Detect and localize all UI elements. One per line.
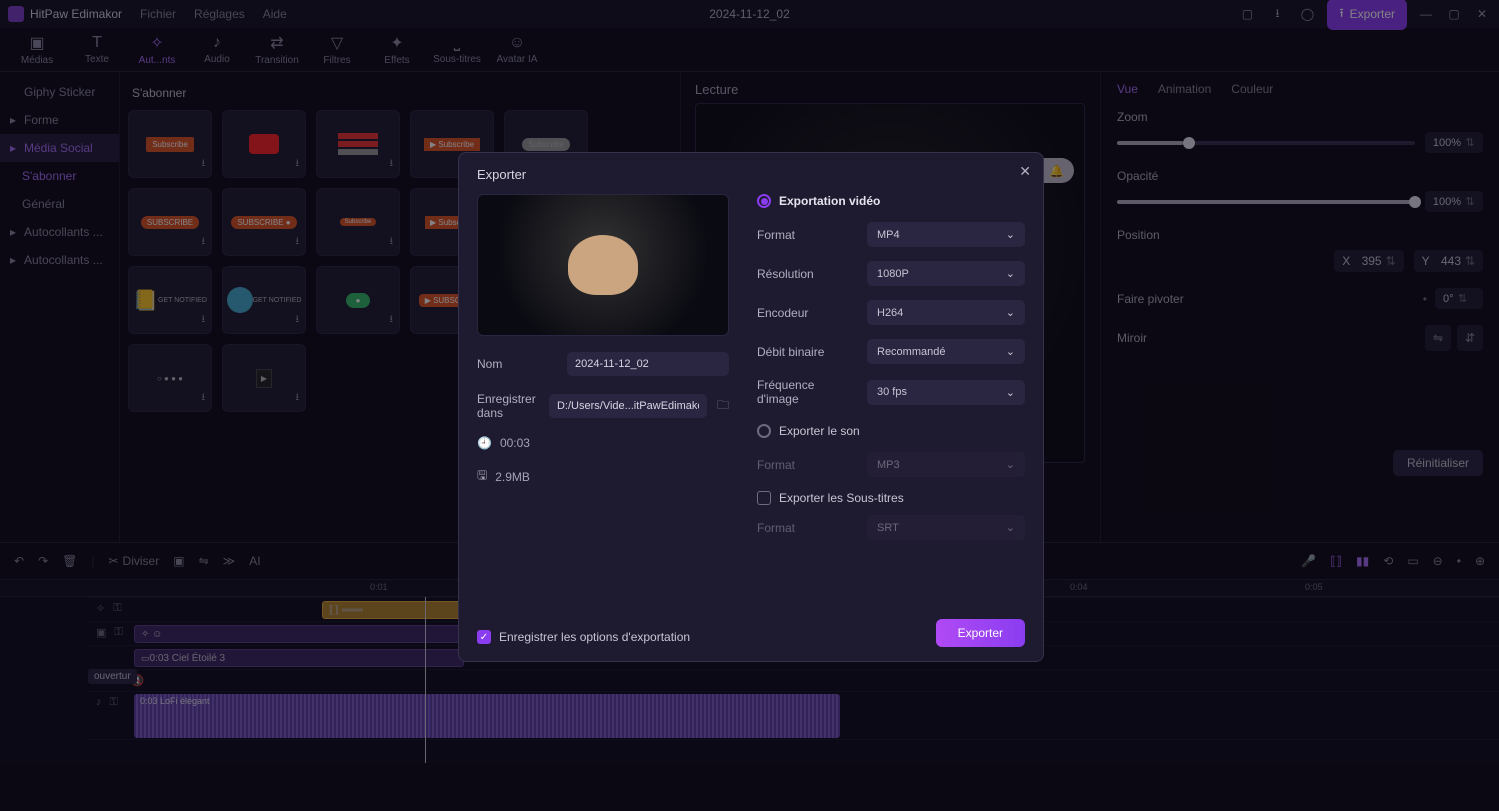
checkbox-subtitle-export[interactable]: Exporter les Sous-titres <box>757 491 1025 505</box>
export-modal: Exporter ✕ Nom Enregistrer dans 🗀 🕘 00:03… <box>458 152 1044 662</box>
save-path-input[interactable] <box>549 394 707 418</box>
save-label: Enregistrer dans <box>477 392 539 420</box>
bitrate-select[interactable]: Recommandé⌄ <box>867 339 1025 364</box>
bitrate-label: Débit binaire <box>757 345 857 359</box>
chevron-down-icon: ⌄ <box>1006 306 1015 319</box>
chevron-down-icon: ⌄ <box>1006 267 1015 280</box>
radio-checked-icon <box>757 194 771 208</box>
chevron-down-icon: ⌄ <box>1006 345 1015 358</box>
sub-format-select: SRT⌄ <box>867 515 1025 540</box>
fps-select[interactable]: 30 fps⌄ <box>867 380 1025 405</box>
clock-icon: 🕘 <box>477 436 492 450</box>
size-value: 2.9MB <box>495 470 530 484</box>
fps-label: Fréquence d'image <box>757 378 857 406</box>
format-label: Format <box>757 228 857 242</box>
export-confirm-button[interactable]: Exporter <box>936 619 1025 647</box>
radio-audio-export[interactable]: Exporter le son <box>757 424 1025 438</box>
audio-format-label: Format <box>757 458 857 472</box>
name-input[interactable] <box>567 352 729 376</box>
resolution-label: Résolution <box>757 267 857 281</box>
disk-icon: 🖫 <box>477 466 487 487</box>
radio-video-export[interactable]: Exportation vidéo <box>757 194 1025 208</box>
audio-format-select: MP3⌄ <box>867 452 1025 477</box>
chevron-down-icon: ⌄ <box>1006 386 1015 399</box>
export-preview-thumb <box>477 194 729 336</box>
chevron-down-icon: ⌄ <box>1006 521 1015 534</box>
chevron-down-icon: ⌄ <box>1006 458 1015 471</box>
radio-unchecked-icon <box>757 424 771 438</box>
encoder-select[interactable]: H264⌄ <box>867 300 1025 325</box>
resolution-select[interactable]: 1080P⌄ <box>867 261 1025 286</box>
format-select[interactable]: MP4⌄ <box>867 222 1025 247</box>
checkbox-checked-icon: ✓ <box>477 630 491 644</box>
modal-title: Exporter <box>477 167 1025 182</box>
name-label: Nom <box>477 357 557 371</box>
checkbox-unchecked-icon <box>757 491 771 505</box>
sub-format-label: Format <box>757 521 857 535</box>
folder-icon[interactable]: 🗀 <box>717 396 729 417</box>
encoder-label: Encodeur <box>757 306 857 320</box>
modal-close-button[interactable]: ✕ <box>1019 163 1031 180</box>
checkbox-save-options[interactable]: ✓ Enregistrer les options d'exportation <box>477 630 690 644</box>
cat-preview-icon <box>568 235 638 295</box>
duration-value: 00:03 <box>500 436 530 450</box>
chevron-down-icon: ⌄ <box>1006 228 1015 241</box>
